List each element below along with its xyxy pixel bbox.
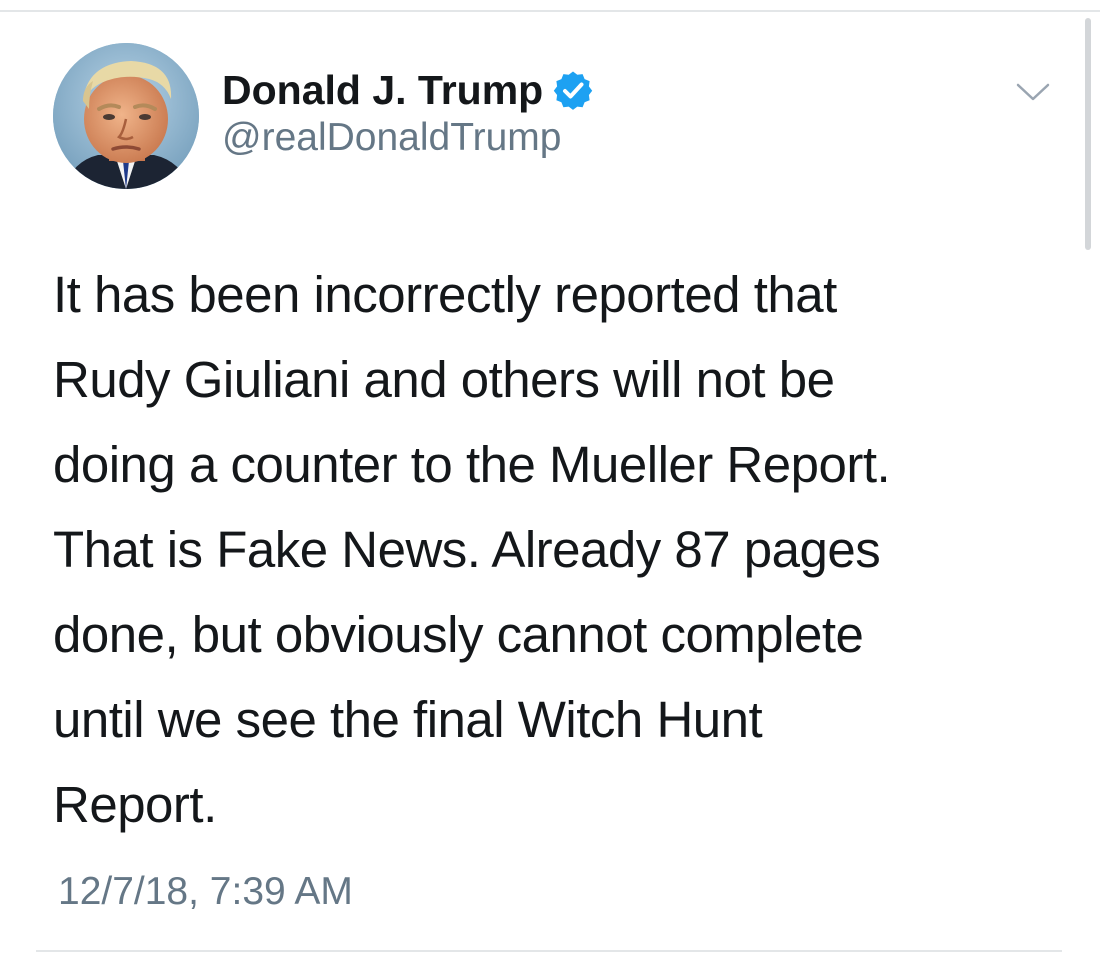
bottom-divider [36, 950, 1062, 952]
display-name[interactable]: Donald J. Trump [222, 67, 543, 114]
tweet-text-line: It has been incorrectly reported that [53, 266, 837, 323]
tweet-text: It has been incorrectly reported that Ru… [53, 252, 1053, 847]
tweet-text-line: done, but obviously cannot complete [53, 606, 864, 663]
tweet-text-line: until we see the final Witch Hunt [53, 691, 763, 748]
author-row[interactable]: Donald J. Trump [222, 64, 593, 116]
handle[interactable]: @realDonaldTrump [222, 116, 561, 160]
avatar[interactable] [53, 43, 199, 189]
chevron-down-icon[interactable] [1016, 82, 1050, 102]
tweet-text-line: Report. [53, 776, 217, 833]
tweet-text-line: That is Fake News. Already 87 pages [53, 521, 881, 578]
verified-badge-icon [553, 70, 593, 110]
top-divider [0, 10, 1100, 12]
scrollbar[interactable] [1085, 18, 1091, 250]
tweet-text-line: doing a counter to the Mueller Report. [53, 436, 891, 493]
timestamp[interactable]: 12/7/18, 7:39 AM [58, 870, 353, 914]
avatar-photo [53, 43, 199, 189]
tweet-text-line: Rudy Giuliani and others will not be [53, 351, 835, 408]
